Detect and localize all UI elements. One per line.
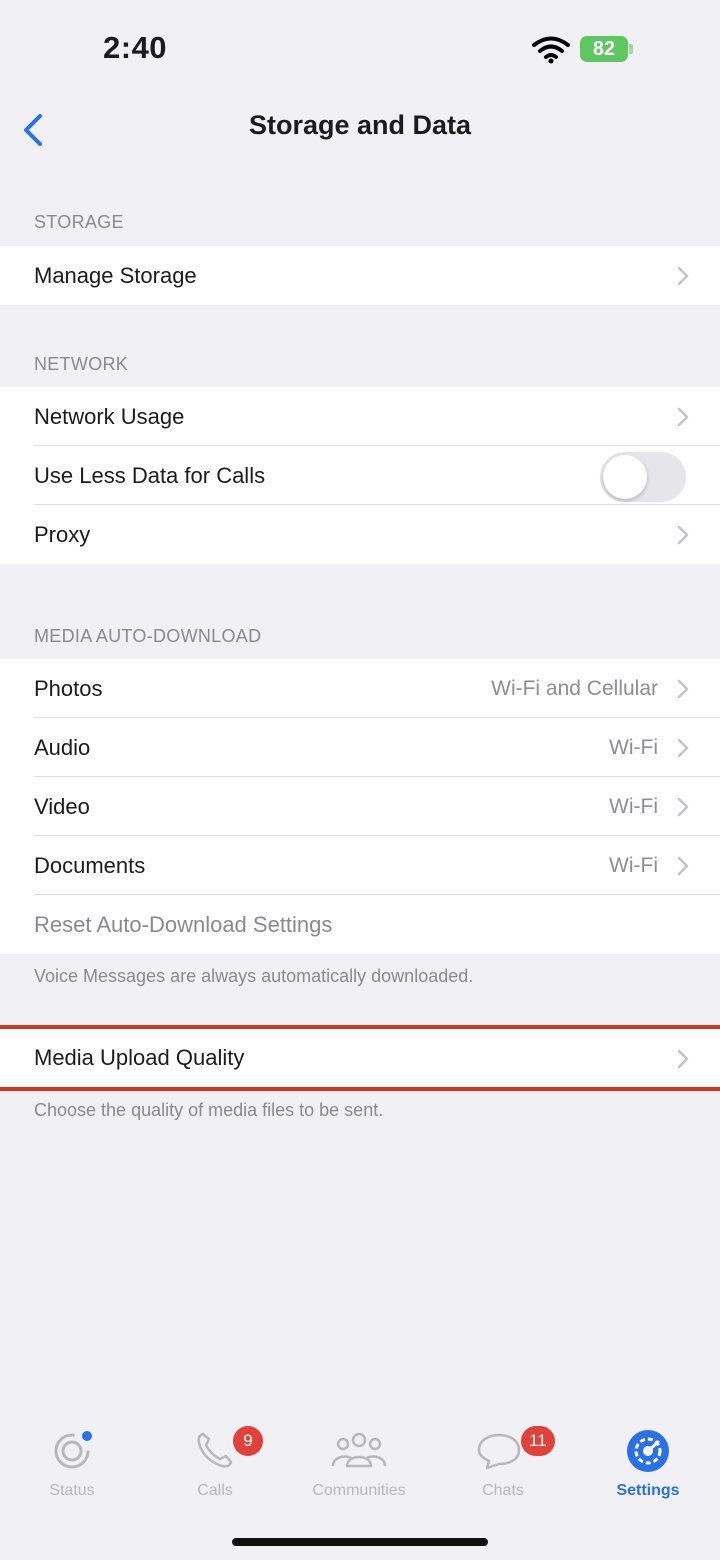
use-less-data-row: Use Less Data for Calls bbox=[0, 446, 720, 505]
row-label: Manage Storage bbox=[34, 263, 197, 288]
highlight-bottom-line bbox=[0, 1087, 720, 1091]
tab-status[interactable]: Status bbox=[12, 1428, 132, 1508]
chats-badge: 11 bbox=[521, 1426, 555, 1456]
tab-communities[interactable]: Communities bbox=[299, 1428, 419, 1508]
storage-group: Manage Storage bbox=[0, 246, 720, 305]
tab-calls[interactable]: 9 Calls bbox=[155, 1426, 275, 1508]
media-upload-quality-row[interactable]: Media Upload Quality bbox=[0, 1029, 720, 1087]
row-label: Reset Auto-Download Settings bbox=[34, 912, 333, 937]
media-upload-footer: Choose the quality of media files to be … bbox=[34, 1100, 384, 1120]
chevron-right-icon bbox=[677, 797, 689, 817]
row-label: Media Upload Quality bbox=[34, 1045, 245, 1070]
proxy-row[interactable]: Proxy bbox=[0, 505, 720, 564]
row-label: Audio bbox=[34, 735, 91, 760]
tab-label: Status bbox=[49, 1482, 95, 1499]
chevron-right-icon bbox=[677, 856, 689, 876]
documents-row[interactable]: Documents Wi-Fi bbox=[0, 836, 720, 895]
row-label: Photos bbox=[34, 676, 103, 701]
tab-label: Communities bbox=[312, 1482, 406, 1499]
tab-bar: Status 9 Calls Communities 11 Chats Sett… bbox=[0, 1400, 720, 1560]
status-time: 2:40 bbox=[103, 30, 168, 65]
page-title: Storage and Data bbox=[248, 110, 472, 140]
section-header-network: NETWORK bbox=[34, 354, 129, 374]
media-upload-group: Media Upload Quality bbox=[0, 1029, 720, 1087]
toggle-knob bbox=[603, 455, 647, 499]
video-row[interactable]: Video Wi-Fi bbox=[0, 777, 720, 836]
battery-level: 82 bbox=[592, 38, 616, 60]
section-header-media-auto-download: MEDIA AUTO-DOWNLOAD bbox=[34, 626, 262, 646]
network-usage-row[interactable]: Network Usage bbox=[0, 387, 720, 446]
row-value: Wi-Fi bbox=[609, 736, 658, 759]
row-label: Use Less Data for Calls bbox=[34, 463, 266, 488]
media-auto-download-group: Photos Wi-Fi and Cellular Audio Wi-Fi Vi… bbox=[0, 659, 720, 954]
tab-label: Settings bbox=[616, 1482, 680, 1499]
media-auto-download-footer: Voice Messages are always automatically … bbox=[34, 966, 474, 986]
chevron-right-icon bbox=[677, 679, 689, 699]
communities-icon bbox=[331, 1432, 387, 1468]
row-value: Wi-Fi bbox=[609, 795, 658, 818]
row-value: Wi-Fi bbox=[609, 854, 658, 877]
use-less-data-toggle[interactable] bbox=[600, 452, 686, 502]
calls-badge: 9 bbox=[233, 1426, 263, 1456]
chevron-right-icon bbox=[677, 738, 689, 758]
row-label: Video bbox=[34, 794, 90, 819]
tab-settings[interactable]: Settings bbox=[588, 1428, 708, 1508]
reset-auto-download-button[interactable]: Reset Auto-Download Settings bbox=[0, 895, 720, 954]
nav-bar: Storage and Data bbox=[0, 100, 720, 160]
status-bar: 2:40 82 bbox=[0, 0, 720, 100]
row-label: Network Usage bbox=[34, 404, 185, 429]
row-value: Wi-Fi and Cellular bbox=[491, 677, 658, 700]
network-group: Network Usage Use Less Data for Calls Pr… bbox=[0, 387, 720, 564]
section-header-storage: STORAGE bbox=[34, 212, 124, 232]
tab-chats[interactable]: 11 Chats bbox=[443, 1426, 563, 1508]
settings-gear-icon bbox=[627, 1430, 669, 1472]
chevron-right-icon bbox=[677, 525, 689, 545]
audio-row[interactable]: Audio Wi-Fi bbox=[0, 718, 720, 777]
manage-storage-row[interactable]: Manage Storage bbox=[0, 246, 720, 305]
wifi-icon bbox=[532, 36, 570, 64]
chevron-right-icon bbox=[677, 407, 689, 427]
chevron-right-icon bbox=[677, 266, 689, 286]
chevron-right-icon bbox=[677, 1049, 689, 1069]
status-icon bbox=[54, 1431, 92, 1469]
row-label: Proxy bbox=[34, 522, 91, 547]
battery-icon: 82 bbox=[580, 36, 628, 62]
tab-label: Chats bbox=[482, 1482, 524, 1499]
tab-label: Calls bbox=[197, 1482, 233, 1499]
phone-icon bbox=[197, 1432, 233, 1468]
battery-tip bbox=[629, 44, 633, 54]
photos-row[interactable]: Photos Wi-Fi and Cellular bbox=[0, 659, 720, 718]
row-label: Documents bbox=[34, 853, 146, 878]
home-indicator bbox=[232, 1538, 488, 1546]
